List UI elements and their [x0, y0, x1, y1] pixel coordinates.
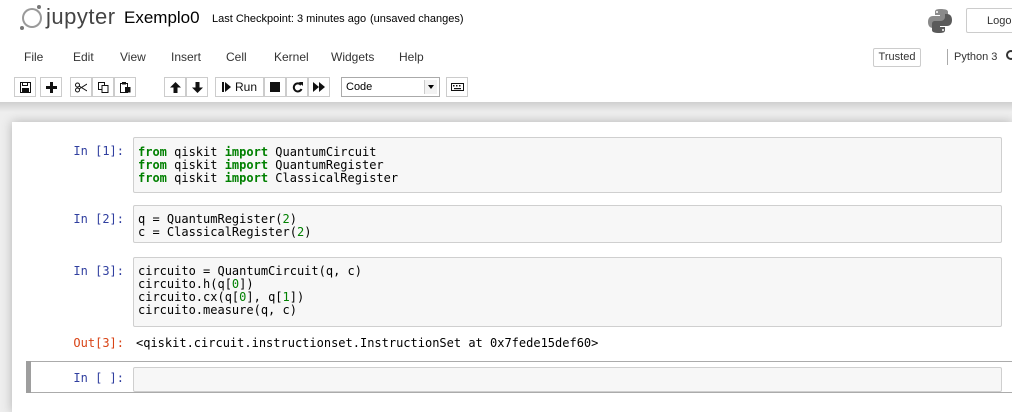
output-text: <qiskit.circuit.instructionset.Instructi…	[136, 336, 599, 350]
run-label: Run	[235, 80, 258, 94]
menu-insert[interactable]: Insert	[171, 50, 201, 64]
move-up-button[interactable]	[164, 77, 186, 97]
logo-text: jupyter	[46, 4, 116, 29]
trusted-indicator[interactable]: Trusted	[873, 48, 921, 67]
code-cell-3[interactable]: circuito = QuantumCircuit(q, c) circuito…	[133, 257, 1002, 327]
run-button[interactable]: Run	[215, 77, 264, 97]
copy-button[interactable]	[92, 77, 114, 97]
copy-icon	[97, 81, 108, 93]
kernel-name: Python 3	[954, 51, 998, 63]
toolbar-shadow	[0, 102, 1012, 112]
input-prompt: In [2]:	[73, 212, 124, 226]
logout-button[interactable]: Logout	[966, 8, 1012, 33]
menu-edit[interactable]: Edit	[73, 50, 94, 64]
input-prompt: In [3]:	[73, 264, 124, 278]
menu-kernel[interactable]: Kernel	[274, 50, 309, 64]
cell-type-value: Code	[346, 81, 373, 93]
menu-widgets[interactable]: Widgets	[331, 50, 374, 64]
restart-button[interactable]	[286, 77, 308, 97]
code-cell-1[interactable]: from qiskit import QuantumCircuit from q…	[133, 137, 1002, 193]
code-line: circuito.measure(q, c)	[138, 303, 297, 317]
command-palette-button[interactable]	[446, 77, 468, 97]
arrow-up-icon	[169, 81, 181, 93]
kernel-separator	[947, 49, 948, 65]
paste-icon	[119, 81, 130, 93]
keyboard-icon	[450, 83, 464, 91]
header: jupyter Exemplo0 Last Checkpoint: 3 minu…	[0, 0, 1012, 44]
chevron-down-icon	[424, 80, 437, 94]
kernel-status-icon	[1006, 50, 1012, 60]
arrow-down-icon	[191, 81, 203, 93]
paste-button[interactable]	[114, 77, 136, 97]
jupyter-logo[interactable]: jupyter	[20, 4, 116, 30]
menubar: File Edit View Insert Cell Kernel Widget…	[0, 44, 1012, 70]
restart-run-all-button[interactable]	[308, 77, 330, 97]
input-prompt: In [1]:	[73, 144, 124, 158]
menu-cell[interactable]: Cell	[226, 50, 247, 64]
jupyter-logo-icon	[20, 4, 42, 30]
menu-file[interactable]: File	[24, 50, 43, 64]
notebook-container: In [1]: from qiskit import QuantumCircui…	[12, 122, 1012, 412]
restart-icon	[292, 81, 303, 92]
python-logo-icon	[928, 9, 952, 33]
cell-type-select[interactable]: Code	[341, 77, 440, 97]
notebook-name[interactable]: Exemplo0	[124, 8, 200, 28]
checkpoint-status: Last Checkpoint: 3 minutes ago	[212, 13, 367, 25]
interrupt-button[interactable]	[264, 77, 286, 97]
empty-code-cell[interactable]	[133, 367, 1002, 392]
output-prompt: Out[3]:	[73, 336, 124, 350]
save-icon	[19, 81, 31, 93]
cut-icon	[75, 82, 87, 92]
code-line: from qiskit import ClassicalRegister	[138, 171, 399, 185]
code-cell-2[interactable]: q = QuantumRegister(2) c = ClassicalRegi…	[133, 205, 1002, 243]
plus-icon	[45, 81, 57, 93]
stop-icon	[270, 82, 280, 92]
insert-cell-button[interactable]	[40, 77, 62, 97]
fast-forward-icon	[313, 82, 325, 92]
code-line: c = ClassicalRegister(2)	[138, 225, 312, 239]
move-down-button[interactable]	[186, 77, 208, 97]
toolbar: Run Code	[0, 70, 1012, 102]
menu-help[interactable]: Help	[399, 50, 424, 64]
input-prompt: In [ ]:	[73, 371, 124, 385]
run-icon	[222, 82, 231, 92]
unsaved-status: (unsaved changes)	[370, 13, 464, 25]
cut-button[interactable]	[70, 77, 92, 97]
code-line: circuito = QuantumCircuit(q, c)	[138, 264, 362, 278]
menu-view[interactable]: View	[120, 50, 146, 64]
save-button[interactable]	[14, 77, 36, 97]
